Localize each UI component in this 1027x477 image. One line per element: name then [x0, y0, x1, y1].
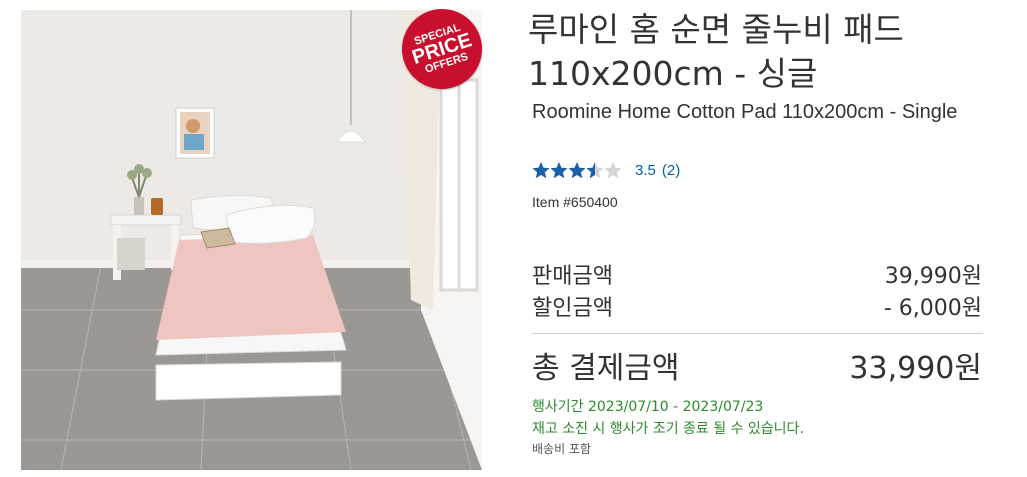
price-divider	[532, 333, 983, 334]
product-title-korean: 루마인 홈 순면 줄누비 패드 110x200cm - 싱글	[528, 10, 904, 93]
total-price-label: 총 결제금액	[532, 351, 680, 386]
review-count-link[interactable]: (2)	[662, 162, 680, 179]
discount-value: - 6,000원	[883, 296, 982, 321]
sale-price-label: 판매금액	[532, 264, 613, 289]
product-rating[interactable]: 3.5 (2)	[532, 159, 680, 181]
star-icon	[586, 162, 604, 179]
sale-price-row: 판매금액 39,990원	[532, 258, 982, 290]
star-icon	[604, 162, 622, 179]
item-number: Item #650400	[532, 194, 618, 210]
product-image[interactable]	[21, 10, 482, 470]
product-photo	[21, 10, 482, 470]
star-icon	[550, 162, 568, 179]
shipping-info: 배송비 포함	[532, 442, 592, 456]
product-title-english: Roomine Home Cotton Pad 110x200cm - Sing…	[532, 101, 958, 123]
rating-value[interactable]: 3.5	[635, 162, 656, 179]
total-price-value: 33,990원	[849, 351, 982, 386]
discount-row: 할인금액 - 6,000원	[532, 290, 982, 322]
rating-stars	[532, 161, 622, 179]
discount-label: 할인금액	[532, 296, 613, 321]
total-price-row: 총 결제금액 33,990원	[532, 343, 982, 387]
star-icon	[532, 162, 550, 179]
sale-price-value: 39,990원	[884, 264, 982, 289]
promo-notice: 재고 소진 시 행사가 조기 종료 될 수 있습니다.	[532, 421, 804, 437]
promo-period: 행사기간 2023/07/10 - 2023/07/23	[532, 399, 764, 415]
star-icon	[568, 162, 586, 179]
